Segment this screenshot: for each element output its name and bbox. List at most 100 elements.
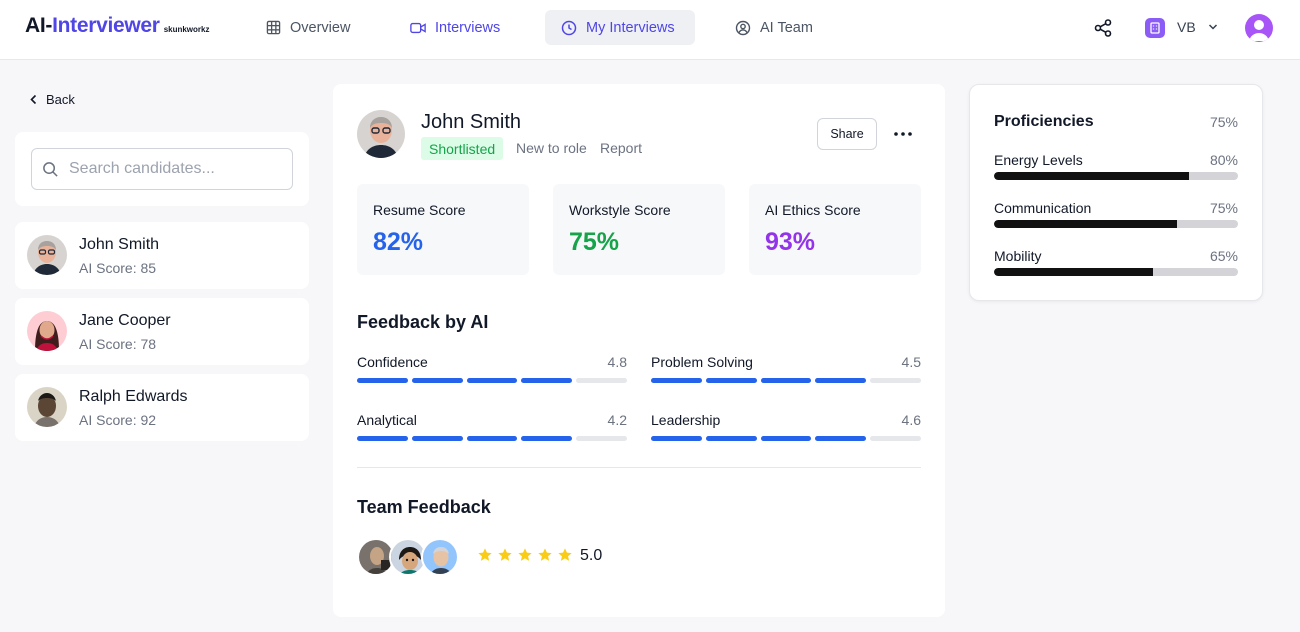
rating-segment — [411, 378, 463, 383]
candidate-item-john-smith[interactable]: John Smith AI Score: 85 — [15, 222, 309, 289]
candidate-avatar — [27, 235, 67, 275]
rating-segment — [576, 378, 627, 383]
more-options-icon[interactable] — [891, 124, 915, 144]
org-building-icon[interactable] — [1145, 18, 1165, 38]
nav-my-interviews[interactable]: My Interviews — [545, 10, 695, 45]
logo-text-main: Interviewer — [52, 14, 160, 37]
candidate-detail-panel: John Smith Shortlisted New to role Repor… — [333, 84, 945, 617]
feedback-rating-bar — [651, 378, 921, 383]
search-card — [15, 132, 309, 206]
nav-ai-team-label: AI Team — [760, 19, 813, 36]
team-avatar-group[interactable] — [357, 538, 461, 576]
feedback-rating-bar — [357, 378, 627, 383]
rating-segment — [357, 378, 408, 383]
status-badge: Shortlisted — [421, 137, 504, 160]
proficiency-mobility: Mobility 65% — [994, 248, 1238, 276]
feedback-item-leadership: Leadership 4.6 — [651, 412, 921, 452]
candidate-item-jane-cooper[interactable]: Jane Cooper AI Score: 78 — [15, 298, 309, 365]
feedback-label: Leadership — [651, 412, 721, 428]
org-switcher-label[interactable]: VB — [1177, 19, 1196, 35]
feedback-rating-bar — [651, 436, 921, 441]
feedback-item-confidence: Confidence 4.8 — [357, 354, 627, 394]
chevron-down-icon[interactable] — [1208, 23, 1218, 31]
rating-segment — [870, 378, 921, 383]
share-button[interactable]: Share — [817, 118, 877, 150]
team-rating-stars — [477, 547, 577, 563]
video-icon — [410, 22, 426, 33]
candidate-profile-name: John Smith — [421, 111, 522, 133]
feedback-value: 4.5 — [901, 354, 921, 370]
candidate-score: AI Score: 78 — [79, 336, 157, 352]
rating-segment — [466, 436, 518, 441]
candidate-item-ralph-edwards[interactable]: Ralph Edwards AI Score: 92 — [15, 374, 309, 441]
rating-segment — [521, 378, 573, 383]
rating-segment — [705, 378, 757, 383]
workstyle-score-card: Workstyle Score 75% — [553, 184, 725, 275]
proficiency-bar — [994, 220, 1238, 228]
star-icon — [498, 548, 512, 561]
score-value: 93% — [765, 228, 816, 256]
candidate-name: Ralph Edwards — [79, 388, 188, 405]
rating-segment — [411, 436, 463, 441]
team-rating-value: 5.0 — [580, 547, 603, 564]
user-circle-icon — [735, 20, 751, 35]
proficiency-bar-fill — [994, 172, 1190, 180]
feedback-value: 4.2 — [607, 412, 627, 428]
score-label: Workstyle Score — [569, 202, 671, 218]
share-network-icon[interactable] — [1093, 18, 1113, 38]
proficiency-label: Energy Levels — [994, 152, 1083, 168]
feedback-section-title: Feedback by AI — [357, 312, 489, 332]
logo-subtext: skunkworkz — [163, 25, 210, 34]
search-input[interactable] — [69, 160, 279, 178]
candidate-score: AI Score: 85 — [79, 260, 157, 276]
search-box[interactable] — [31, 148, 293, 190]
user-avatar[interactable] — [1245, 14, 1273, 42]
nav-overview-label: Overview — [290, 19, 351, 36]
rating-segment — [576, 436, 627, 441]
score-label: AI Ethics Score — [765, 202, 861, 218]
chevron-left-icon — [30, 94, 37, 105]
rating-segment — [815, 436, 867, 441]
proficiency-bar — [994, 268, 1238, 276]
score-label: Resume Score — [373, 202, 466, 218]
proficiencies-card: Proficiencies 75% Energy Levels 80% Comm… — [969, 84, 1263, 301]
section-divider — [357, 467, 921, 468]
grid-icon — [266, 20, 281, 35]
candidate-profile-avatar — [357, 110, 405, 158]
rating-segment — [870, 436, 921, 441]
search-icon — [43, 161, 58, 177]
feedback-item-problem-solving: Problem Solving 4.5 — [651, 354, 921, 394]
nav-ai-team[interactable]: AI Team — [719, 10, 829, 45]
feedback-item-analytical: Analytical 4.2 — [357, 412, 627, 452]
team-member-avatar — [421, 538, 459, 576]
feedback-label: Confidence — [357, 354, 428, 370]
report-link[interactable]: Report — [600, 140, 642, 156]
proficiency-value: 75% — [1209, 200, 1238, 216]
star-icon — [538, 548, 552, 561]
rating-segment — [760, 436, 812, 441]
proficiency-communication: Communication 75% — [994, 200, 1238, 228]
star-icon — [478, 548, 492, 561]
proficiency-bar — [994, 172, 1238, 180]
proficiencies-title: Proficiencies — [994, 113, 1094, 130]
nav-interviews-label: Interviews — [435, 19, 501, 36]
app-logo[interactable]: AI-Interviewer skunkworkz — [25, 14, 209, 38]
feedback-value: 4.8 — [607, 354, 627, 370]
proficiency-label: Communication — [994, 200, 1092, 216]
nav-interviews[interactable]: Interviews — [394, 10, 516, 45]
clock-icon — [561, 20, 577, 35]
candidate-name: John Smith — [79, 236, 160, 253]
ai-ethics-score-card: AI Ethics Score 93% — [749, 184, 921, 275]
score-value: 82% — [373, 228, 424, 256]
back-link[interactable]: Back — [30, 92, 75, 107]
candidate-name: Jane Cooper — [79, 312, 171, 329]
proficiency-bar-fill — [994, 220, 1177, 228]
candidate-score: AI Score: 92 — [79, 412, 157, 428]
rating-segment — [705, 436, 757, 441]
proficiencies-total: 75% — [1209, 114, 1238, 130]
nav-my-interviews-label: My Interviews — [586, 19, 675, 36]
logo-text-prefix: AI- — [25, 14, 53, 37]
nav-overview[interactable]: Overview — [250, 10, 366, 45]
rating-segment — [466, 378, 518, 383]
feedback-label: Analytical — [357, 412, 417, 428]
